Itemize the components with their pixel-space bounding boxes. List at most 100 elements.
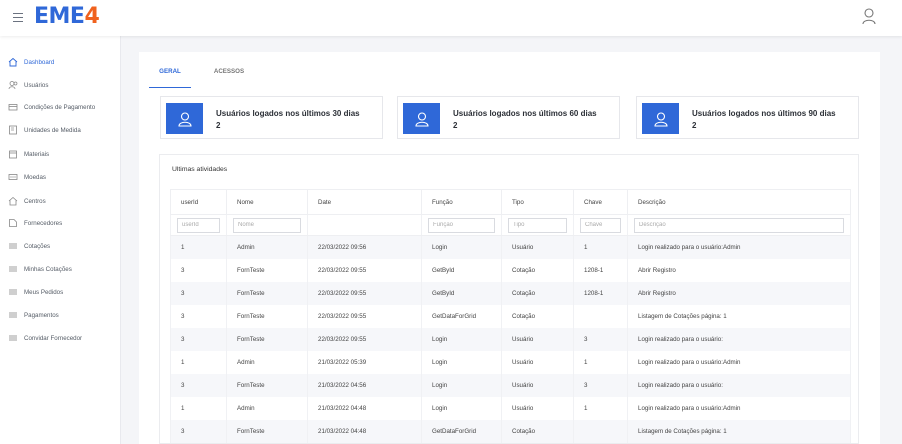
cell-date: 21/03/2022 05:39: [307, 350, 422, 374]
sidebar-item-usuarios[interactable]: Usuários: [0, 77, 121, 93]
cell-tipo: Cotação: [501, 304, 574, 328]
sidebar-item-label: Minhas Cotações: [24, 265, 72, 273]
money-icon: [8, 172, 18, 182]
table-header-row: userId Nome Date Função Tipo Chave Descr…: [170, 189, 851, 215]
column-header-userid[interactable]: userId: [170, 189, 227, 215]
cell-funcao: Login: [421, 396, 502, 420]
table-row[interactable]: 3 FornTeste 21/03/2022 04:48 GetDataForGrid…: [170, 419, 851, 443]
filter-input-tipo[interactable]: [508, 217, 567, 233]
cell-date: 21/03/2022 04:56: [307, 373, 422, 397]
cell-date: 22/03/2022 09:56: [307, 235, 422, 259]
filter-input-funcao[interactable]: [428, 217, 495, 233]
cell-date: 22/03/2022 09:55: [307, 258, 422, 282]
cell-userid: 3: [170, 373, 227, 397]
tab-geral[interactable]: GERAL: [149, 68, 191, 88]
hamburger-menu-icon[interactable]: [13, 13, 23, 22]
table-row[interactable]: 3 FornTeste 22/03/2022 09:55 GetById Cotação…: [170, 258, 851, 282]
user-profile-icon[interactable]: [861, 7, 877, 25]
building-icon: [8, 196, 18, 206]
table-row[interactable]: 3 FornTeste 22/03/2022 09:55 Login Usuário 3 L…: [170, 327, 851, 351]
filter-input-chave[interactable]: [580, 217, 621, 233]
table-row[interactable]: 1 Admin 21/03/2022 04:48 Login Usuário 1 Login…: [170, 396, 851, 420]
stat-card-60-days: Usuários logados nos últimos 60 dias 2: [397, 96, 620, 139]
cell-nome: FornTeste: [226, 304, 308, 328]
cell-userid: 3: [170, 327, 227, 351]
sidebar-item-label: Condições de Pagamento: [24, 103, 96, 111]
cell-funcao: Login: [421, 373, 502, 397]
stat-card-title: Usuários logados nos últimos 60 dias: [453, 109, 597, 118]
column-header-descricao[interactable]: Descrição: [627, 189, 851, 215]
sidebar-item-pagamentos[interactable]: Pagamentos: [0, 307, 121, 323]
filter-input-userid[interactable]: [177, 217, 220, 233]
cell-date: 22/03/2022 09:55: [307, 327, 422, 351]
cell-nome: FornTeste: [226, 281, 308, 305]
list-icon: [8, 333, 18, 343]
sidebar-item-label: Cotações: [24, 242, 51, 250]
sidebar-item-meus-pedidos[interactable]: Meus Pedidos: [0, 284, 121, 300]
cell-date: 21/03/2022 04:48: [307, 396, 422, 420]
sidebar-item-label: Pagamentos: [24, 311, 59, 319]
stat-card-30-days: Usuários logados nos últimos 30 dias 2: [160, 96, 383, 139]
tab-acessos[interactable]: ACESSOS: [207, 68, 251, 88]
table-row[interactable]: 1 Admin 22/03/2022 09:56 Login Usuário 1 Login…: [170, 235, 851, 259]
cell-funcao: Login: [421, 350, 502, 374]
sidebar-item-materiais[interactable]: Materiais: [0, 146, 121, 162]
truck-icon: [8, 218, 18, 228]
sidebar-item-label: Moedas: [24, 173, 47, 181]
column-header-funcao[interactable]: Função: [421, 189, 502, 215]
cell-tipo: Cotação: [501, 281, 574, 305]
cell-chave: 1: [573, 235, 628, 259]
sidebar-item-centros[interactable]: Centros: [0, 193, 121, 209]
cell-descricao: Abrir Registro: [627, 258, 851, 282]
cell-nome: FornTeste: [226, 419, 308, 443]
filter-row: [170, 214, 851, 236]
list-icon: [8, 241, 18, 251]
cell-tipo: Cotação: [501, 258, 574, 282]
stat-card-90-days: Usuários logados nos últimos 90 dias 2: [636, 96, 859, 139]
column-header-chave[interactable]: Chave: [573, 189, 628, 215]
cell-funcao: Login: [421, 235, 502, 259]
sidebar-item-cotacoes[interactable]: Cotações: [0, 238, 121, 254]
cell-userid: 1: [170, 235, 227, 259]
cell-nome: FornTeste: [226, 327, 308, 351]
filter-input-descricao[interactable]: [634, 217, 844, 233]
table-row[interactable]: 3 FornTeste 22/03/2022 09:55 GetDataForGrid…: [170, 304, 851, 328]
ruler-icon: [8, 125, 18, 135]
sidebar-item-minhas-cotacoes[interactable]: Minhas Cotações: [0, 261, 121, 277]
cell-userid: 3: [170, 304, 227, 328]
sidebar-item-convidar-fornecedor[interactable]: Convidar Fornecedor: [0, 330, 121, 346]
cell-tipo: Usuário: [501, 235, 574, 259]
cell-date: 22/03/2022 09:55: [307, 304, 422, 328]
activity-title: Ultimas atividades: [172, 166, 228, 173]
cell-funcao: GetById: [421, 258, 502, 282]
sidebar-item-condicoes-pagamento[interactable]: Condições de Pagamento: [0, 99, 121, 115]
cell-userid: 3: [170, 281, 227, 305]
cell-nome: FornTeste: [226, 373, 308, 397]
cell-userid: 1: [170, 396, 227, 420]
sidebar-item-label: Dashboard: [24, 58, 55, 66]
sidebar-item-dashboard[interactable]: Dashboard: [0, 54, 121, 70]
cell-userid: 3: [170, 419, 227, 443]
table-row[interactable]: 3 FornTeste 22/03/2022 09:55 GetById Cotação…: [170, 281, 851, 305]
cell-descricao: Login realizado para o usuário:Admin: [627, 396, 851, 420]
logo-accent: 4: [84, 4, 100, 29]
cell-tipo: Usuário: [501, 396, 574, 420]
filter-input-nome[interactable]: [233, 217, 301, 233]
sidebar-item-moedas[interactable]: Moedas: [0, 169, 121, 185]
app-logo[interactable]: EME4: [34, 4, 100, 29]
logo-text: EME: [34, 4, 85, 29]
column-header-tipo[interactable]: Tipo: [501, 189, 574, 215]
sidebar: Dashboard Usuários Condições de Pagament…: [0, 36, 121, 444]
sidebar-item-fornecedores[interactable]: Fornecedores: [0, 215, 121, 231]
payment-card-icon: [8, 102, 18, 112]
top-bar: EME4: [0, 0, 902, 36]
cell-descricao: Login realizado para o usuário:Admin: [627, 235, 851, 259]
sidebar-item-unidades-medida[interactable]: Unidades de Medida: [0, 122, 121, 138]
sidebar-item-label: Materiais: [24, 150, 50, 158]
column-header-nome[interactable]: Nome: [226, 189, 308, 215]
cell-funcao: GetDataForGrid: [421, 304, 502, 328]
cell-funcao: Login: [421, 327, 502, 351]
column-header-date[interactable]: Date: [307, 189, 422, 215]
table-row[interactable]: 1 Admin 21/03/2022 05:39 Login Usuário 1 Login…: [170, 350, 851, 374]
table-row[interactable]: 3 FornTeste 21/03/2022 04:56 Login Usuário 3 L…: [170, 373, 851, 397]
